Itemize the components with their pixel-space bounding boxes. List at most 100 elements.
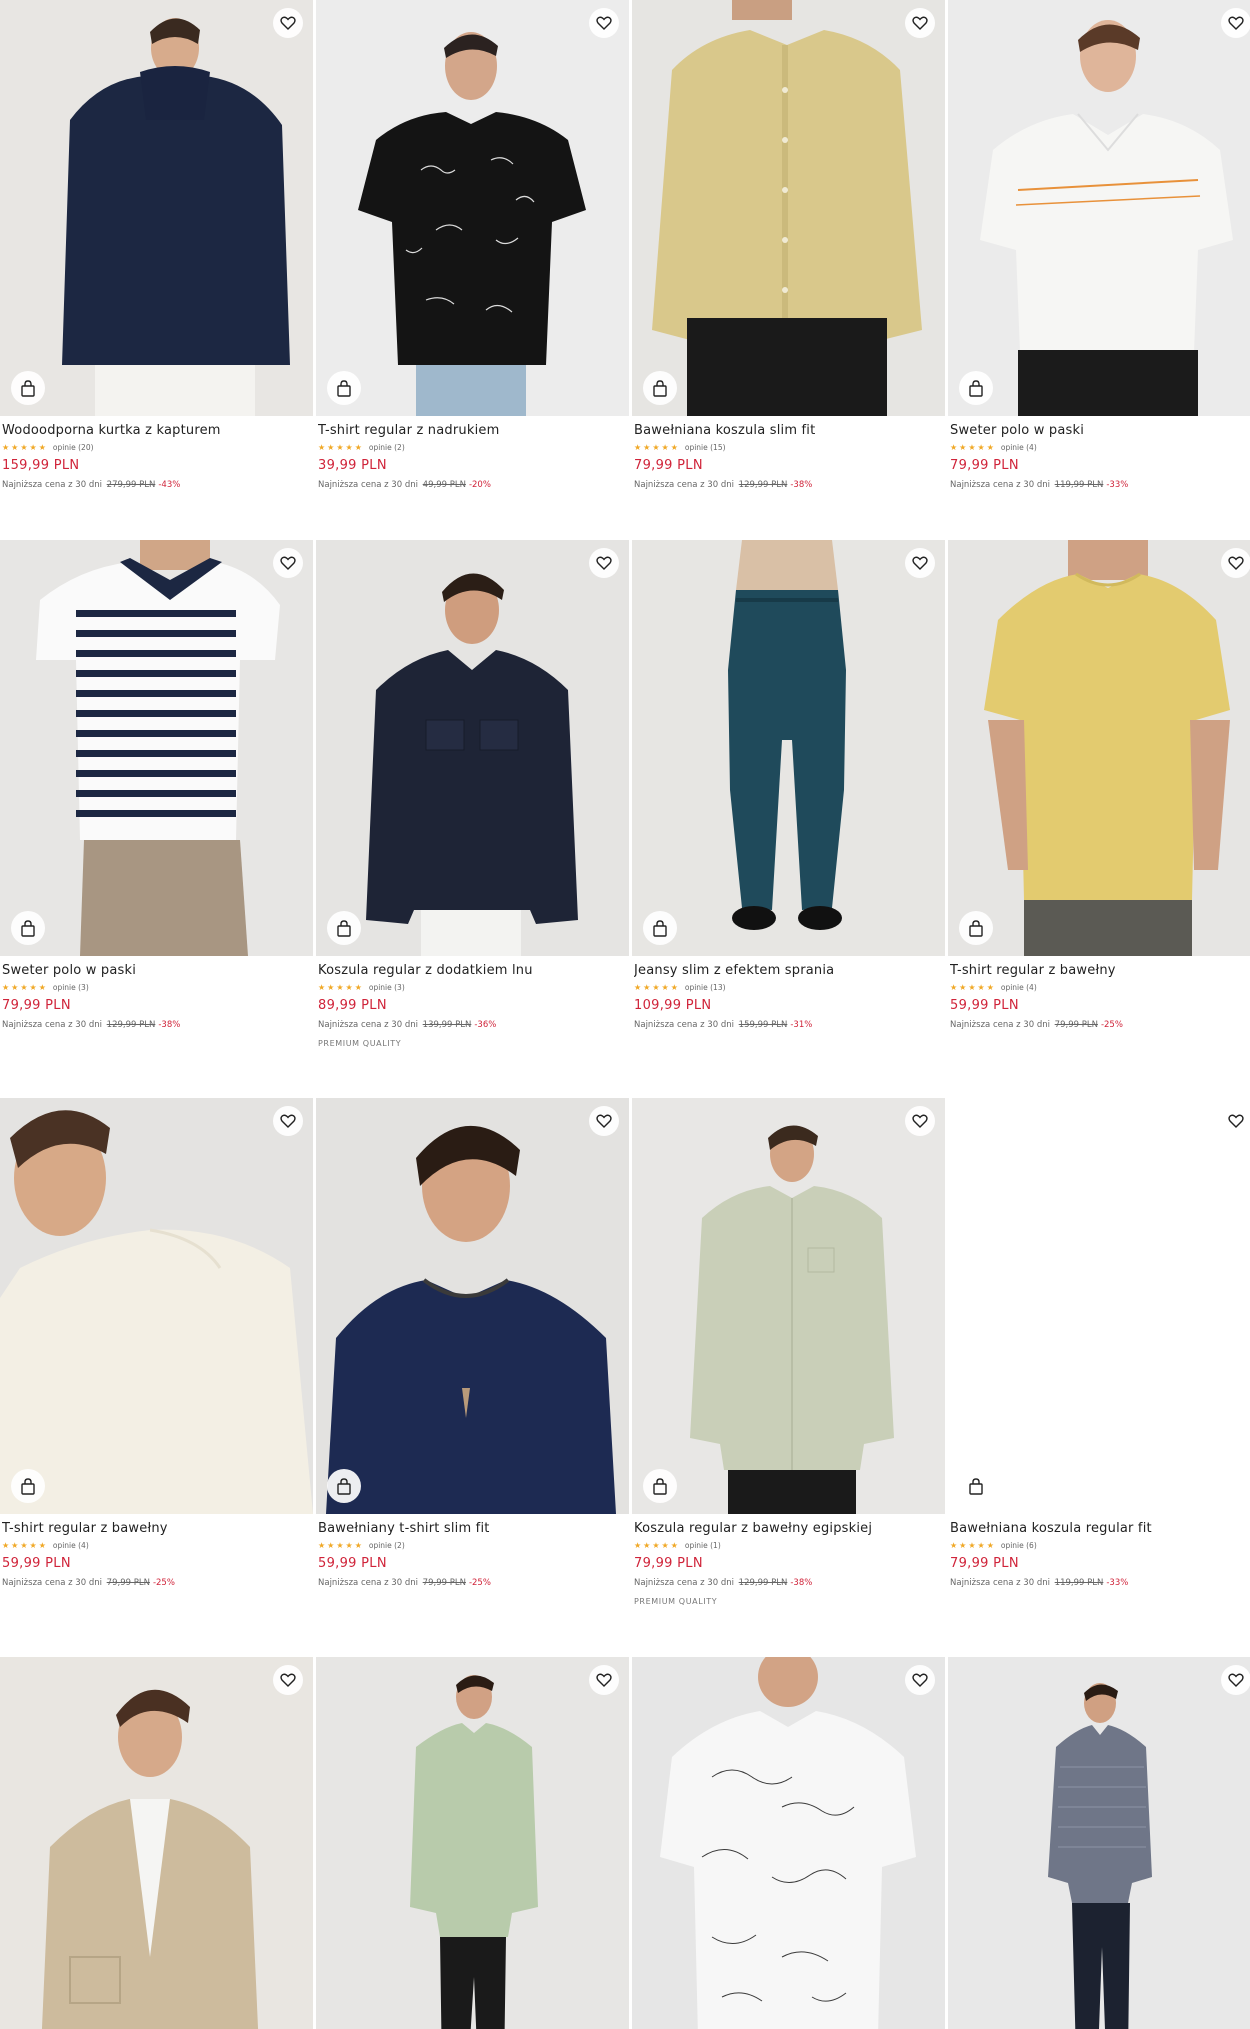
add-to-favorites-button[interactable] xyxy=(273,1106,303,1136)
review-count[interactable]: opinie (1) xyxy=(685,1541,721,1550)
review-count[interactable]: opinie (2) xyxy=(369,1541,405,1550)
review-count[interactable]: opinie (4) xyxy=(53,1541,89,1550)
review-count[interactable]: opinie (13) xyxy=(685,983,726,992)
product-rating: ★★★★★ opinie (15) xyxy=(634,442,943,452)
product-image[interactable] xyxy=(948,540,1250,956)
review-count[interactable]: opinie (15) xyxy=(685,443,726,452)
product-name[interactable]: Koszula regular z dodatkiem lnu xyxy=(318,963,627,978)
add-to-favorites-button[interactable] xyxy=(589,1665,619,1695)
product-card[interactable] xyxy=(948,1657,1250,2029)
add-to-favorites-button[interactable] xyxy=(273,548,303,578)
review-count[interactable]: opinie (6) xyxy=(1001,1541,1037,1550)
add-to-favorites-button[interactable] xyxy=(1221,8,1250,38)
product-name[interactable]: Wodoodporna kurtka z kapturem xyxy=(2,423,311,438)
product-name[interactable]: Bawełniany t-shirt slim fit xyxy=(318,1521,627,1536)
add-to-cart-button[interactable] xyxy=(643,911,677,945)
review-count[interactable]: opinie (20) xyxy=(53,443,94,452)
product-card[interactable]: Wodoodporna kurtka z kapturem ★★★★★ opini… xyxy=(0,0,313,490)
product-info: Wodoodporna kurtka z kapturem ★★★★★ opini… xyxy=(0,416,313,490)
add-to-cart-button[interactable] xyxy=(11,911,45,945)
product-image[interactable] xyxy=(632,1098,945,1514)
product-info: T-shirt regular z nadrukiem ★★★★★ opinie … xyxy=(316,416,629,490)
product-name[interactable]: Bawełniana koszula regular fit xyxy=(950,1521,1250,1536)
product-card[interactable] xyxy=(0,1657,313,2029)
product-card[interactable]: T-shirt regular z nadrukiem ★★★★★ opinie … xyxy=(316,0,629,490)
product-image[interactable] xyxy=(0,1657,313,2029)
add-to-favorites-button[interactable] xyxy=(273,8,303,38)
add-to-cart-button[interactable] xyxy=(643,371,677,405)
product-card[interactable]: Bawełniana koszula regular fit ★★★★★ opin… xyxy=(948,1098,1250,1588)
product-name[interactable]: T-shirt regular z bawełny xyxy=(2,1521,311,1536)
review-count[interactable]: opinie (2) xyxy=(369,443,405,452)
old-price: 79,99 PLN xyxy=(1054,1020,1098,1030)
review-count[interactable]: opinie (3) xyxy=(369,983,405,992)
product-name[interactable]: Sweter polo w paski xyxy=(2,963,311,978)
add-to-favorites-button[interactable] xyxy=(905,548,935,578)
heart-icon xyxy=(280,1673,296,1687)
product-name[interactable]: Jeansy slim z efektem sprania xyxy=(634,963,943,978)
product-card[interactable]: Bawełniana koszula slim fit ★★★★★ opinie … xyxy=(632,0,945,490)
add-to-favorites-button[interactable] xyxy=(905,1106,935,1136)
product-name[interactable]: Bawełniana koszula slim fit xyxy=(634,423,943,438)
add-to-favorites-button[interactable] xyxy=(1221,1106,1250,1136)
product-image[interactable] xyxy=(948,0,1250,416)
product-card[interactable]: T-shirt regular z bawełny ★★★★★ opinie (4… xyxy=(948,540,1250,1030)
product-card[interactable]: Sweter polo w paski ★★★★★ opinie (3) 79,9… xyxy=(0,540,313,1030)
star-icon: ★★★★★ xyxy=(318,982,364,992)
product-name[interactable]: Koszula regular z bawełny egipskiej xyxy=(634,1521,943,1536)
product-image[interactable] xyxy=(632,0,945,416)
product-card[interactable] xyxy=(632,1657,945,2029)
add-to-cart-button[interactable] xyxy=(643,1469,677,1503)
product-image[interactable] xyxy=(632,540,945,956)
add-to-cart-button[interactable] xyxy=(959,1469,993,1503)
add-to-cart-button[interactable] xyxy=(11,1469,45,1503)
product-image[interactable] xyxy=(0,0,313,416)
add-to-favorites-button[interactable] xyxy=(905,8,935,38)
add-to-favorites-button[interactable] xyxy=(589,8,619,38)
product-name[interactable]: T-shirt regular z bawełny xyxy=(950,963,1250,978)
add-to-cart-button[interactable] xyxy=(11,371,45,405)
review-count[interactable]: opinie (4) xyxy=(1001,983,1037,992)
product-card[interactable]: Bawełniany t-shirt slim fit ★★★★★ opinie … xyxy=(316,1098,629,1588)
add-to-favorites-button[interactable] xyxy=(1221,1665,1250,1695)
add-to-cart-button[interactable] xyxy=(959,911,993,945)
review-count[interactable]: opinie (3) xyxy=(53,983,89,992)
product-info: Bawełniana koszula slim fit ★★★★★ opinie … xyxy=(632,416,945,490)
product-photo xyxy=(948,0,1250,416)
product-image[interactable] xyxy=(316,540,629,956)
product-rating: ★★★★★ opinie (6) xyxy=(950,1540,1250,1550)
product-image[interactable] xyxy=(948,1657,1250,2029)
add-to-cart-button[interactable] xyxy=(327,371,361,405)
add-to-favorites-button[interactable] xyxy=(589,548,619,578)
star-icon: ★★★★★ xyxy=(2,1540,48,1550)
product-name[interactable]: Sweter polo w paski xyxy=(950,423,1250,438)
product-photo xyxy=(316,1098,629,1514)
add-to-favorites-button[interactable] xyxy=(589,1106,619,1136)
product-card[interactable]: Jeansy slim z efektem sprania ★★★★★ opini… xyxy=(632,540,945,1030)
product-image[interactable] xyxy=(316,1657,629,2029)
product-image[interactable] xyxy=(0,540,313,956)
product-card[interactable] xyxy=(316,1657,629,2029)
product-rating: ★★★★★ opinie (20) xyxy=(2,442,311,452)
heart-icon xyxy=(1228,1673,1244,1687)
add-to-favorites-button[interactable] xyxy=(905,1665,935,1695)
add-to-cart-button[interactable] xyxy=(327,1469,361,1503)
product-image[interactable] xyxy=(316,1098,629,1514)
add-to-cart-button[interactable] xyxy=(327,911,361,945)
product-card[interactable]: Koszula regular z bawełny egipskiej ★★★★… xyxy=(632,1098,945,1606)
add-to-cart-button[interactable] xyxy=(959,371,993,405)
shopping-bag-icon xyxy=(969,919,983,937)
product-card[interactable]: T-shirt regular z bawełny ★★★★★ opinie (4… xyxy=(0,1098,313,1588)
product-card[interactable]: Sweter polo w paski ★★★★★ opinie (4) 79,9… xyxy=(948,0,1250,490)
add-to-favorites-button[interactable] xyxy=(273,1665,303,1695)
product-image[interactable] xyxy=(632,1657,945,2029)
discount-badge: -38% xyxy=(158,1020,181,1030)
product-name[interactable]: T-shirt regular z nadrukiem xyxy=(318,423,627,438)
product-image[interactable] xyxy=(948,1098,1250,1514)
add-to-favorites-button[interactable] xyxy=(1221,548,1250,578)
product-info: T-shirt regular z bawełny ★★★★★ opinie (4… xyxy=(948,956,1250,1030)
product-image[interactable] xyxy=(0,1098,313,1514)
product-card[interactable]: Koszula regular z dodatkiem lnu ★★★★★ opi… xyxy=(316,540,629,1048)
review-count[interactable]: opinie (4) xyxy=(1001,443,1037,452)
product-image[interactable] xyxy=(316,0,629,416)
